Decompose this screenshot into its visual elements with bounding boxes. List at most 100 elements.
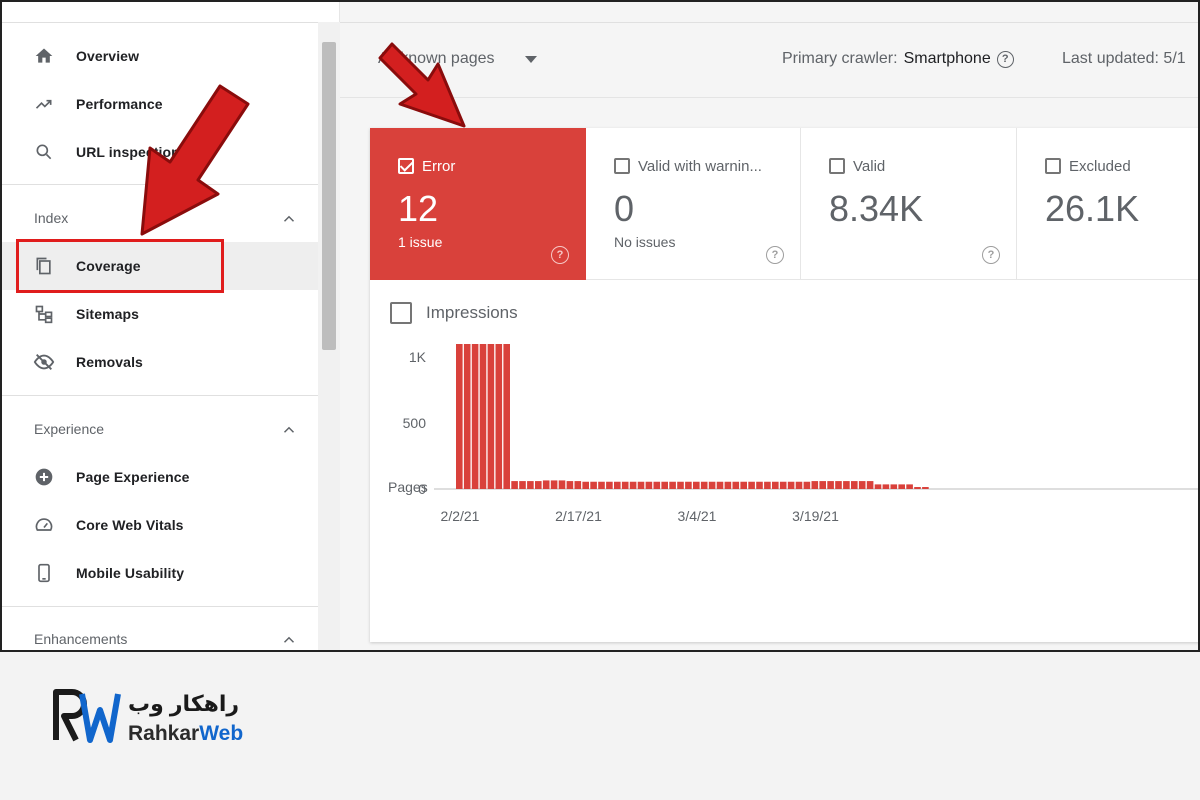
impressions-checkbox[interactable] [390,302,412,324]
chart-bar [456,344,463,489]
chart-bar [835,481,842,489]
chart-bar [487,344,495,489]
chart-bar [479,344,487,489]
sidebar-item-label: Coverage [76,258,141,274]
chart-bar [716,481,724,489]
chart-bar [882,484,890,489]
chart-bar [874,484,882,489]
chart-bar [606,481,613,489]
stat-tile-excluded[interactable]: Excluded 26.1K [1017,128,1198,280]
chart-bar [463,344,471,489]
page-filter-dropdown[interactable]: All known pages [378,50,537,68]
speedometer-icon [32,513,56,537]
help-icon[interactable]: ? [766,246,784,264]
chart-bar [535,481,542,489]
help-icon[interactable]: ? [551,246,569,264]
help-icon[interactable]: ? [996,50,1014,68]
sidebar-item-page-experience[interactable]: Page Experience [2,453,318,501]
section-title-enhancements: Enhancements [34,631,128,647]
x-tick-label: 2/17/21 [555,508,602,524]
chart-bar [637,481,645,489]
stat-tile-valid-with-warnings[interactable]: Valid with warnin... 0 No issues ? [586,128,801,280]
stat-subtitle: No issues [614,234,676,250]
chart-bar [614,481,621,489]
chart-bar [566,481,574,489]
brand-logo: راهکار وب RahkarWeb [52,688,272,748]
sidebar-item-label: Removals [76,354,143,370]
stat-value: 8.34K [829,188,924,229]
chart-bar [511,481,518,489]
sidebar-top-divider [2,22,318,23]
valid-with-warnings-checkbox[interactable] [614,158,630,174]
stat-value: 0 [614,188,635,229]
chart-bar [495,344,503,489]
sidebar-item-label: URL inspection [76,144,180,160]
page-filter-value: All known pages [378,50,495,67]
chart-bar [590,481,597,489]
sidebar-item-mobile-usability[interactable]: Mobile Usability [2,549,318,597]
coverage-chart: Pages1.5K1K50002/2/212/17/213/4/213/19/2… [388,344,1198,524]
smartphone-icon [32,561,56,585]
chevron-up-icon[interactable] [280,631,298,649]
chart-bar [677,481,684,489]
chart-bar [519,481,526,489]
chart-bar [527,481,534,489]
sidebar-item-coverage[interactable]: Coverage [2,242,318,290]
chart-bar [558,480,566,489]
sidebar-item-sitemaps[interactable]: Sitemaps [2,290,318,338]
valid-checkbox[interactable] [829,158,845,174]
sidebar-item-removals[interactable]: Removals [2,338,318,386]
chart-bar [685,481,692,489]
sidebar-item-overview[interactable]: Overview [2,32,318,80]
chart-bar [669,481,676,489]
stat-title: Valid with warnin... [638,158,762,175]
chart-bar [787,481,795,489]
sidebar-item-url-inspection[interactable]: URL inspection [2,128,318,176]
y-tick-label: 1K [409,349,427,365]
impressions-toggle[interactable]: Impressions [390,302,518,324]
stat-title: Excluded [1069,158,1131,175]
sidebar-divider [2,395,318,396]
impressions-label: Impressions [426,303,518,322]
caret-down-icon [524,55,537,63]
chart-bar [803,481,811,489]
stat-tile-error[interactable]: Error 12 1 issue ? [370,128,586,280]
x-tick-label: 2/2/21 [441,508,480,524]
stat-value: 12 [398,188,439,229]
chart-bar [598,481,605,489]
chart-bar [645,481,653,489]
excluded-checkbox[interactable] [1045,158,1061,174]
rw-logo-icon [53,689,121,743]
sidebar-item-label: Sitemaps [76,306,140,322]
brand-name-part: Rahkar [128,722,200,745]
help-icon[interactable]: ? [982,246,1000,264]
sidebar-item-core-web-vitals[interactable]: Core Web Vitals [2,501,318,549]
chart-bar [574,481,582,489]
crawler-value: Smartphone [903,50,991,67]
chevron-up-icon[interactable] [280,210,298,228]
brand-name-english: RahkarWeb [128,722,243,746]
main-top-divider [340,22,1198,23]
chart-bar [621,481,629,489]
sitemap-icon [32,302,56,326]
toolbar: All known pages Primary crawler: Smartph… [340,24,1198,98]
last-updated: Last updated: 5/1 [1062,50,1186,67]
sidebar-scrollbar-thumb[interactable] [322,42,336,350]
chevron-up-icon[interactable] [280,421,298,439]
stat-subtitle: 1 issue [398,234,443,250]
eye-off-icon [32,350,56,374]
chart-bar [629,481,637,489]
error-checkbox[interactable] [398,158,414,174]
chart-bar [732,481,740,489]
chart-bar [779,481,787,489]
sidebar-item-performance[interactable]: Performance [2,80,318,128]
section-title-index: Index [34,210,69,226]
stat-title: Valid [853,158,886,175]
chart-bar [890,484,898,489]
chart-bar [819,481,826,489]
stat-tile-valid[interactable]: Valid 8.34K ? [801,128,1017,280]
chart-bar [653,481,661,489]
chart-bar [748,481,755,489]
brand-name-part: Web [199,722,244,745]
chart-bar [843,481,850,489]
